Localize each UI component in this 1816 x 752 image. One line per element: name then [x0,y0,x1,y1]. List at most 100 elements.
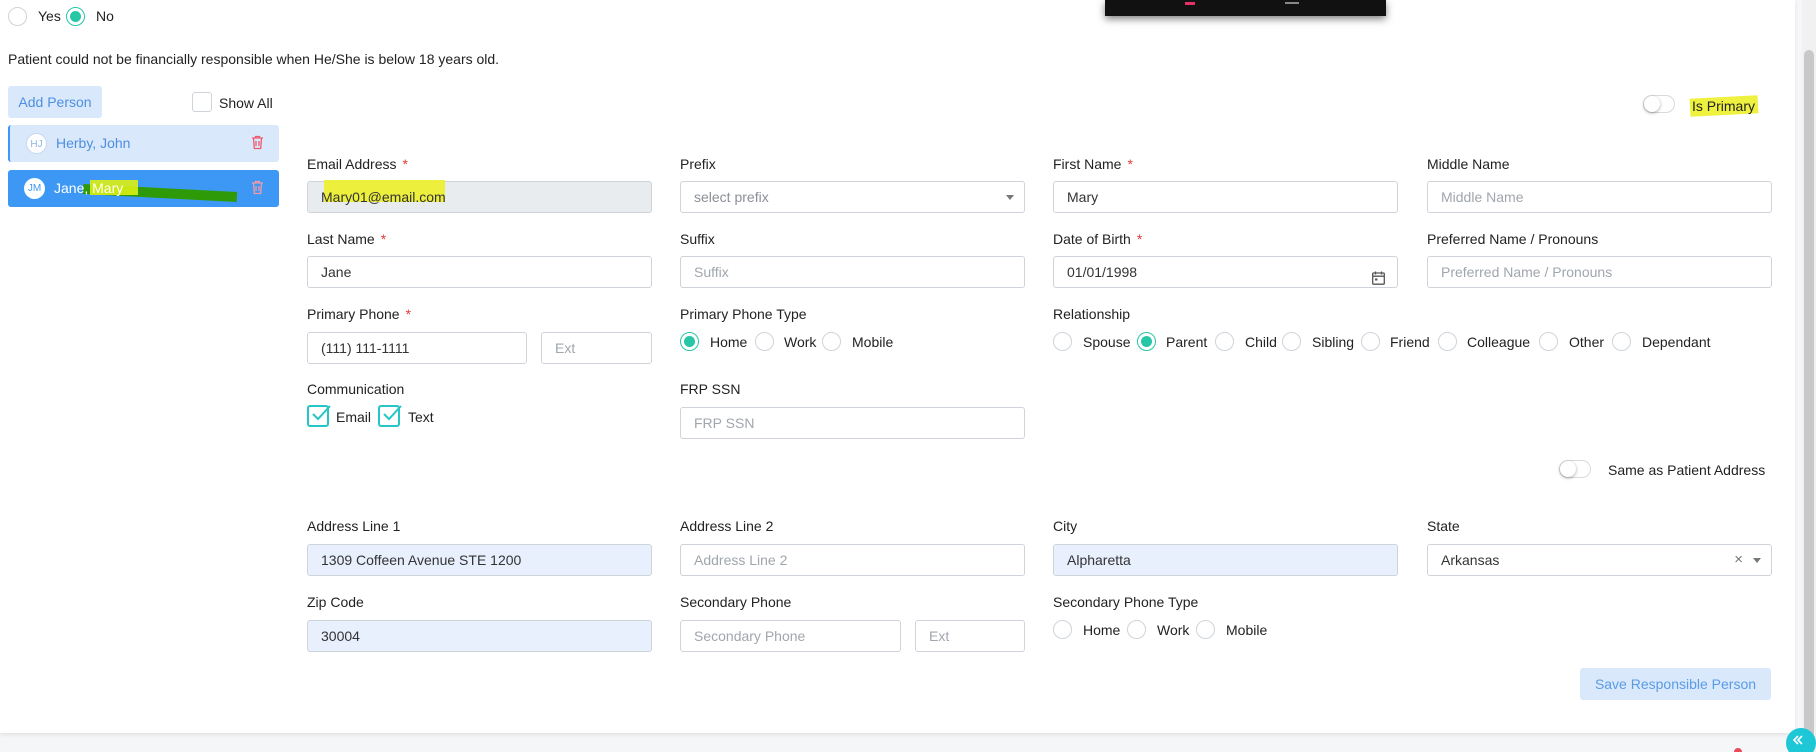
prefix-placeholder: select prefix [694,189,769,205]
relationship-parent-label: Parent [1166,334,1208,350]
show-all-checkbox[interactable] [192,92,212,112]
secondary-type-home-label: Home [1083,622,1121,638]
phone-type-home-radio[interactable] [680,332,699,351]
frp-ssn-label: FRP SSN [680,381,741,397]
email-label-text: Email Address [307,156,397,172]
trash-icon[interactable] [251,135,264,153]
chevron-down-icon [1753,558,1761,563]
last-name-label-text: Last Name [307,231,375,247]
primary-phone-ext-field[interactable] [541,332,652,364]
dob-label-text: Date of Birth [1053,231,1131,247]
communication-email-checkbox[interactable] [307,405,331,427]
dob-field[interactable]: 01/01/1998 [1053,256,1398,288]
state-select[interactable]: Arkansas × [1427,544,1772,576]
middle-name-label: Middle Name [1427,156,1510,172]
person-name: Herby, John [56,135,131,151]
add-person-button[interactable]: Add Person [8,86,102,118]
is-primary-toggle[interactable] [1643,95,1675,113]
scrollbar-track[interactable] [1802,0,1816,752]
state-label: State [1427,518,1460,534]
communication-label: Communication [307,381,405,397]
scrollbar-thumb[interactable] [1804,50,1814,740]
primary-phone-label: Primary Phone * [307,306,412,322]
relationship-spouse-radio[interactable] [1053,332,1072,351]
address2-field[interactable] [680,544,1025,576]
relationship-parent-radio[interactable] [1137,332,1156,351]
middle-name-field[interactable] [1427,181,1772,213]
no-radio[interactable] [66,7,85,26]
last-name-label: Last Name * [307,231,387,247]
trash-icon[interactable] [251,180,264,198]
relationship-friend-label: Friend [1390,334,1430,350]
dob-label: Date of Birth * [1053,231,1143,247]
prefix-select[interactable]: select prefix [680,181,1025,213]
same-as-patient-toggle[interactable] [1559,460,1591,478]
relationship-sibling-radio[interactable] [1282,332,1301,351]
state-value: Arkansas [1441,552,1500,568]
save-responsible-person-button[interactable]: Save Responsible Person [1580,668,1771,700]
underage-notice: Patient could not be financially respons… [8,51,500,67]
yes-radio[interactable] [8,7,27,26]
secondary-type-home-radio[interactable] [1053,620,1072,639]
relationship-child-label: Child [1245,334,1277,350]
zip-label: Zip Code [307,594,364,610]
email-label: Email Address * [307,156,408,172]
avatar: HJ [26,133,47,154]
secondary-type-mobile-radio[interactable] [1196,620,1215,639]
communication-email-label: Email [336,409,372,425]
relationship-other-label: Other [1569,334,1605,350]
expand-floating-button[interactable] [1786,728,1816,752]
person-item-jane-mary[interactable]: JM Jane, Mary [8,170,279,207]
phone-type-home-label: Home [710,334,748,350]
relationship-label: Relationship [1053,306,1131,322]
relationship-friend-radio[interactable] [1361,332,1380,351]
phone-type-mobile-radio[interactable] [822,332,841,351]
primary-phone-label-text: Primary Phone [307,306,400,322]
overlay-mark [1185,2,1195,5]
last-name-field[interactable] [307,256,652,288]
responsible-person-panel: Yes No Patient could not be financially … [0,0,1795,733]
first-name-label-text: First Name [1053,156,1122,172]
person-name: Jane, Mary [54,180,124,196]
relationship-other-radio[interactable] [1539,332,1558,351]
suffix-label: Suffix [680,231,715,247]
same-as-patient-label: Same as Patient Address [1608,462,1766,478]
secondary-phone-field[interactable] [680,620,901,652]
is-primary-label: Is Primary [1692,98,1755,114]
preferred-name-label: Preferred Name / Pronouns [1427,231,1599,247]
preferred-name-field[interactable] [1427,256,1772,288]
calendar-icon[interactable] [1372,265,1385,295]
email-field[interactable]: Mary01@email.com [307,180,652,213]
secondary-type-work-label: Work [1157,622,1190,638]
secondary-type-work-radio[interactable] [1127,620,1146,639]
clear-icon[interactable]: × [1734,545,1743,575]
secondary-phone-type-label: Secondary Phone Type [1053,594,1199,610]
relationship-colleague-radio[interactable] [1438,332,1457,351]
communication-text-checkbox[interactable] [378,405,402,427]
suffix-field[interactable] [680,256,1025,288]
secondary-type-mobile-label: Mobile [1226,622,1268,638]
relationship-spouse-label: Spouse [1083,334,1131,350]
show-all-label: Show All [219,95,273,111]
avatar: JM [24,178,45,199]
frp-ssn-field[interactable] [680,407,1025,439]
city-field[interactable] [1053,544,1398,576]
relationship-dependant-radio[interactable] [1612,332,1631,351]
primary-phone-field[interactable] [307,332,527,364]
secondary-phone-ext-field[interactable] [915,620,1025,652]
zip-field[interactable] [307,620,652,652]
notification-dot [1734,748,1742,752]
address1-field[interactable] [307,544,652,576]
yes-label: Yes [38,8,61,24]
phone-type-mobile-label: Mobile [852,334,894,350]
secondary-phone-label: Secondary Phone [680,594,792,610]
relationship-dependant-label: Dependant [1642,334,1711,350]
dob-value: 01/01/1998 [1067,264,1138,280]
address1-label: Address Line 1 [307,518,401,534]
phone-type-work-radio[interactable] [755,332,774,351]
relationship-child-radio[interactable] [1215,332,1234,351]
chevrons-left-icon [1792,735,1803,745]
communication-text-label: Text [408,409,434,425]
first-name-field[interactable] [1053,181,1398,213]
person-item-herby-john[interactable]: HJ Herby, John [8,125,279,162]
